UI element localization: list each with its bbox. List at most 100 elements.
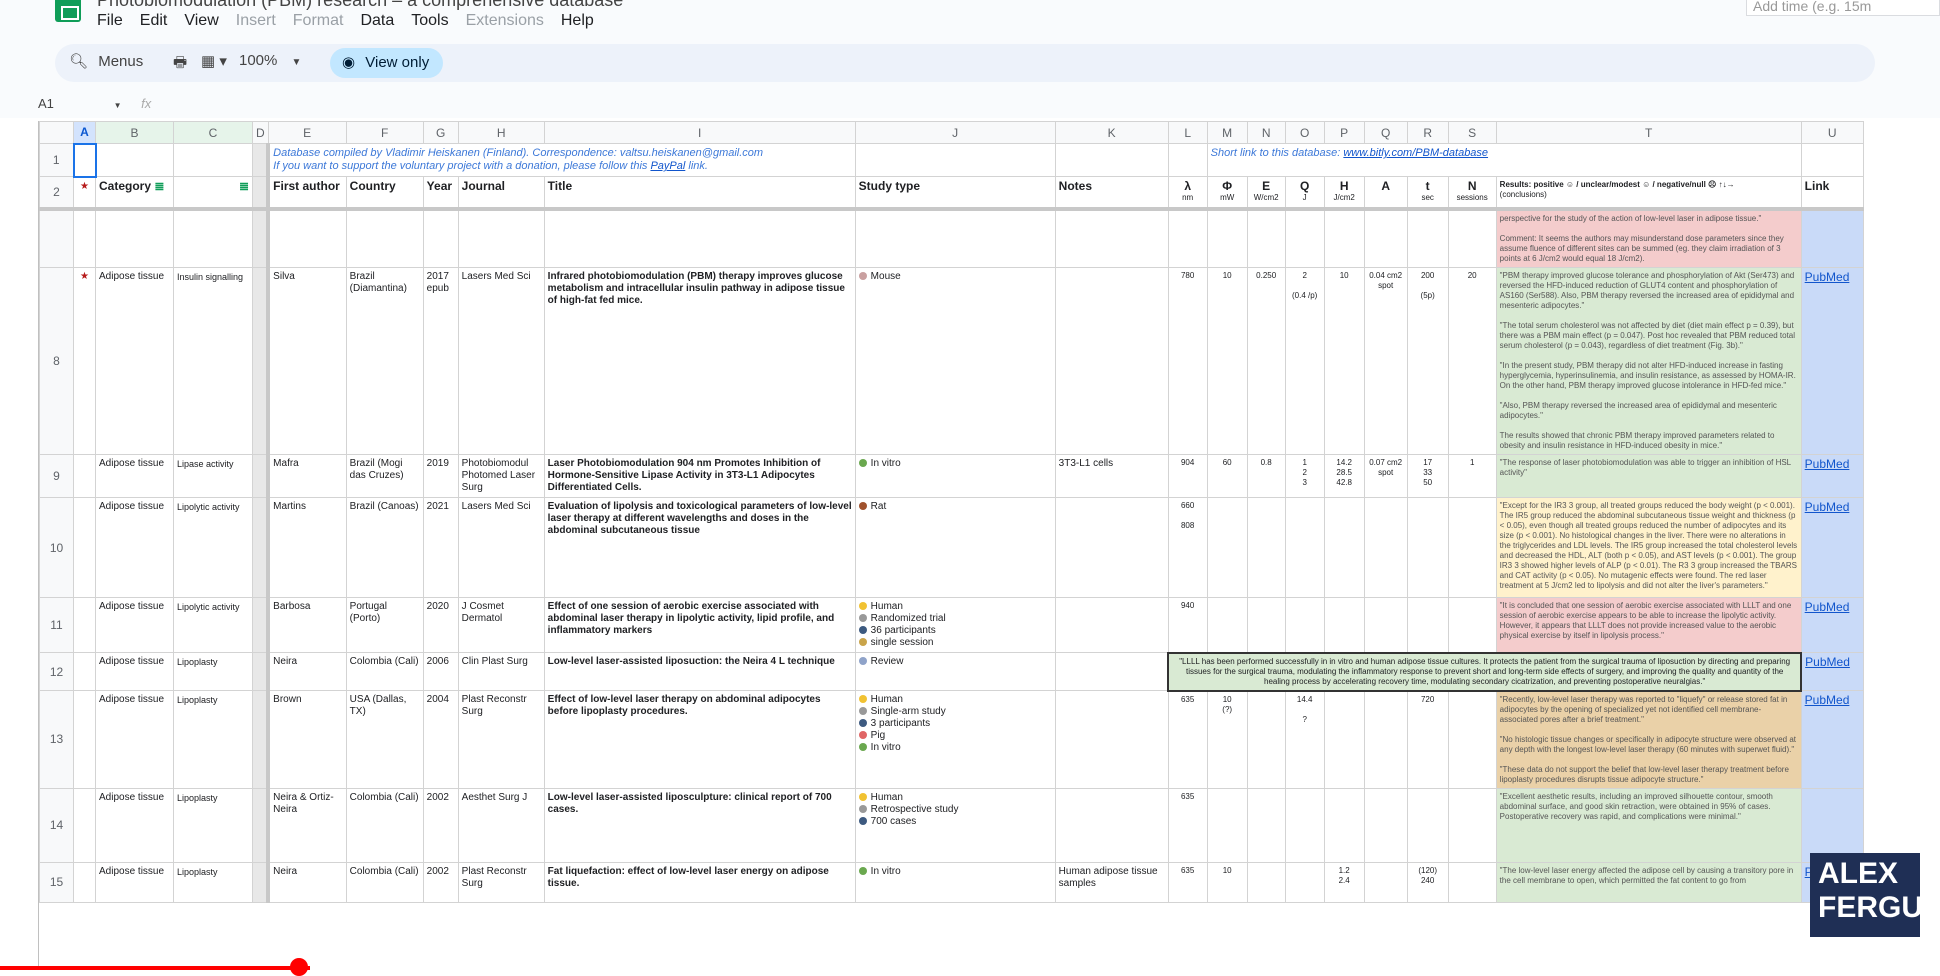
param-cell-p[interactable]	[1323, 787, 1365, 863]
title-cell[interactable]: Low-level laser-assisted liposculpture: …	[543, 787, 856, 863]
results-cell[interactable]: "Recently, low-level laser therapy was r…	[1495, 690, 1802, 789]
table-cell[interactable]	[73, 208, 96, 268]
param-cell-s[interactable]	[1447, 497, 1497, 598]
results-header[interactable]: Results: positive ☺ / unclear/modest ☺ /…	[1495, 176, 1802, 211]
results-cell[interactable]: "Except for the IR3 3 group, all treated…	[1495, 497, 1802, 598]
wavelength-header[interactable]: λ nm	[1167, 176, 1208, 211]
year-cell[interactable]: 2021	[422, 497, 459, 598]
param-cell-m[interactable]: 10 (?)	[1206, 690, 1248, 789]
param-cell-l[interactable]: 635	[1167, 787, 1208, 863]
title-cell[interactable]: Effect of one session of aerobic exercis…	[543, 597, 856, 653]
param-cell-l[interactable]: 940	[1167, 597, 1208, 653]
link-cell[interactable]	[1800, 787, 1864, 863]
study-type-cell[interactable]: Human Retrospective study 700 cases	[854, 787, 1056, 863]
notes-cell[interactable]: 3T3-L1 cells	[1054, 454, 1169, 498]
year-cell[interactable]: 2002	[422, 787, 459, 863]
param-cell-r[interactable]: 200 (5p)	[1406, 267, 1449, 455]
cell-c1[interactable]	[173, 143, 253, 177]
table-cell[interactable]	[1246, 208, 1286, 268]
column-header-q[interactable]: Q	[1363, 121, 1408, 144]
param-cell-r[interactable]	[1406, 787, 1449, 863]
param-cell-q[interactable]	[1363, 690, 1408, 789]
category-cell[interactable]: Adipose tissue	[95, 267, 174, 455]
subcategory-cell[interactable]: Lipase activity	[173, 454, 253, 498]
param-cell-m[interactable]: 10	[1206, 267, 1248, 455]
pubmed-link[interactable]: PubMed	[1805, 655, 1850, 669]
subcategory-cell[interactable]: Lipoplasty	[173, 690, 253, 789]
table-cell[interactable]	[95, 208, 174, 268]
star-cell[interactable]	[73, 597, 96, 653]
menu-insert[interactable]: Insert	[236, 12, 285, 30]
country-cell[interactable]: Brazil (Mogi das Cruzes)	[345, 454, 424, 498]
table-cell[interactable]	[457, 208, 545, 268]
title-cell[interactable]: Laser Photobiomodulation 904 nm Promotes…	[543, 454, 856, 498]
video-progress-handle[interactable]	[290, 958, 308, 976]
param-cell-o[interactable]: 1 2 3	[1284, 454, 1325, 498]
journal-header[interactable]: Journal	[457, 176, 545, 211]
param-cell-q[interactable]: 0.07 cm2 spot	[1363, 454, 1408, 498]
study-type-cell[interactable]: Rat	[854, 497, 1056, 598]
notes-cell[interactable]	[1054, 497, 1169, 598]
subcategory-cell[interactable]: Lipoplasty	[173, 787, 253, 863]
param-cell-s[interactable]: 20	[1447, 267, 1497, 455]
cell-k1[interactable]	[1054, 143, 1169, 177]
table-cell[interactable]	[1323, 208, 1365, 268]
year-cell[interactable]: 2020	[422, 597, 459, 653]
pubmed-link[interactable]: PubMed	[1805, 270, 1850, 284]
cell-a1-selected[interactable]	[72, 142, 97, 178]
country-header[interactable]: Country	[345, 176, 424, 211]
search-menus-button[interactable]: 🔍︎ Menus	[69, 52, 143, 70]
param-cell-r[interactable]: 17 33 50	[1406, 454, 1449, 498]
power-header[interactable]: ΦmW	[1206, 176, 1248, 211]
param-cell-q[interactable]	[1363, 787, 1408, 863]
subcategory-cell[interactable]: Insulin signalling	[173, 267, 253, 455]
param-cell-p[interactable]: 1.2 2.4	[1323, 861, 1365, 903]
column-header-a[interactable]: A	[73, 121, 96, 144]
notes-header[interactable]: Notes	[1054, 176, 1169, 211]
category-cell[interactable]: Adipose tissue	[95, 497, 174, 598]
table-cell[interactable]	[543, 208, 856, 268]
journal-cell[interactable]: Photobiomodul Photomed Laser Surg	[457, 454, 545, 498]
menu-file[interactable]: File	[97, 12, 132, 30]
pubmed-link[interactable]: PubMed	[1805, 500, 1850, 514]
column-header-u[interactable]: U	[1800, 121, 1864, 144]
country-cell[interactable]: USA (Dallas, TX)	[345, 690, 424, 789]
column-header-e[interactable]: E	[267, 121, 347, 144]
pubmed-link[interactable]: PubMed	[1805, 693, 1850, 707]
param-cell-l[interactable]: 780	[1167, 267, 1208, 455]
first-author-cell[interactable]: Martins	[267, 497, 347, 598]
irradiance-header[interactable]: E W/cm2	[1246, 176, 1286, 211]
print-icon[interactable]: 🖶︎	[173, 52, 187, 77]
param-cell-l[interactable]: 635	[1167, 690, 1208, 789]
category-cell[interactable]: Adipose tissue	[95, 652, 174, 691]
title-cell[interactable]: Evaluation of lipolysis and toxicologica…	[543, 497, 856, 598]
row-header-1[interactable]: 1	[39, 143, 74, 177]
study-type-cell[interactable]: In vitro	[854, 454, 1056, 498]
results-cell[interactable]: "It is concluded that one session of aer…	[1495, 597, 1802, 653]
category-cell[interactable]: Adipose tissue	[95, 787, 174, 863]
short-link[interactable]: www.bitly.com/PBM-database	[1343, 147, 1488, 159]
param-cell-p[interactable]	[1323, 597, 1365, 653]
first-author-cell[interactable]: Silva	[267, 267, 347, 455]
pubmed-link[interactable]: PubMed	[1805, 600, 1850, 614]
param-cell-o[interactable]	[1284, 597, 1325, 653]
table-cell[interactable]	[267, 208, 347, 268]
notes-cell[interactable]	[1054, 267, 1169, 455]
study-type-cell[interactable]: Human Single-arm study 3 participants Pig In…	[854, 690, 1056, 789]
param-cell-q[interactable]	[1363, 597, 1408, 653]
results-cell[interactable]: "The response of laser photobiomodulatio…	[1495, 454, 1802, 498]
country-cell[interactable]: Brazil (Diamantina)	[345, 267, 424, 455]
table-cell[interactable]	[173, 208, 253, 268]
year-cell[interactable]: 2019	[422, 454, 459, 498]
journal-cell[interactable]: J Cosmet Dermatol	[457, 597, 545, 653]
link-cell[interactable]: PubMed	[1800, 454, 1864, 498]
energy-header[interactable]: QJ	[1284, 176, 1325, 211]
table-cell[interactable]	[1447, 208, 1497, 268]
param-cell-q[interactable]	[1363, 497, 1408, 598]
notes-cell[interactable]	[1054, 597, 1169, 653]
column-header-d[interactable]: D	[252, 121, 269, 144]
table-cell[interactable]	[1054, 208, 1169, 268]
param-cell-o[interactable]: 14.4 ?	[1284, 690, 1325, 789]
study-type-cell[interactable]: In vitro	[854, 861, 1056, 903]
table-cell[interactable]	[345, 208, 424, 268]
